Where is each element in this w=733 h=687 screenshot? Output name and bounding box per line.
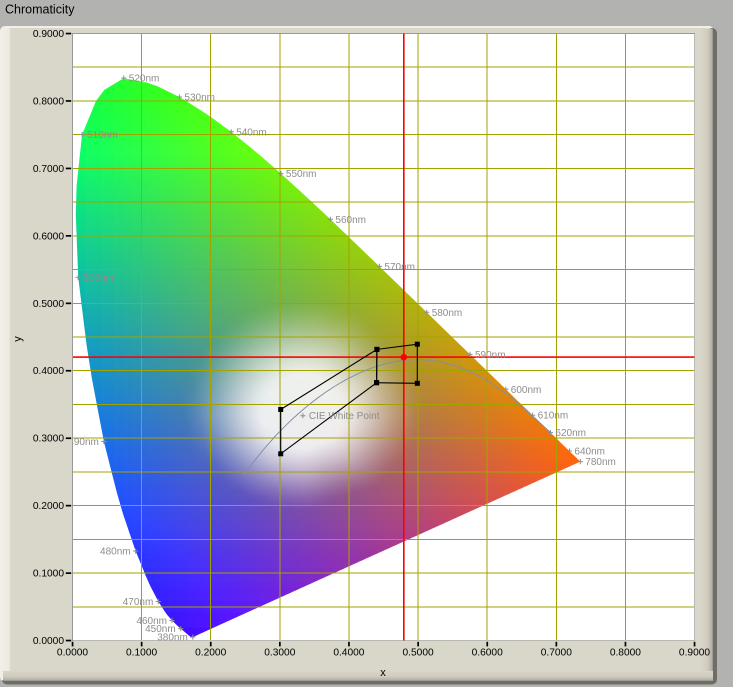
svg-text:520nm: 520nm bbox=[129, 74, 160, 85]
svg-text:500nm: 500nm bbox=[83, 273, 114, 284]
svg-text:590nm: 590nm bbox=[475, 350, 506, 361]
svg-text:Chromaticity: Chromaticity bbox=[5, 3, 75, 17]
svg-text:780nm: 780nm bbox=[585, 457, 616, 468]
svg-text:0.1000: 0.1000 bbox=[33, 569, 64, 580]
svg-text:610nm: 610nm bbox=[538, 411, 569, 422]
svg-text:540nm: 540nm bbox=[236, 127, 267, 138]
svg-text:0.0000: 0.0000 bbox=[33, 636, 64, 647]
svg-text:620nm: 620nm bbox=[555, 428, 586, 439]
svg-text:0.4000: 0.4000 bbox=[333, 648, 364, 659]
svg-text:0.6000: 0.6000 bbox=[33, 231, 64, 242]
svg-text:580nm: 580nm bbox=[432, 308, 463, 319]
svg-text:470nm: 470nm bbox=[123, 597, 154, 608]
svg-text:0.9000: 0.9000 bbox=[679, 648, 710, 659]
svg-text:560nm: 560nm bbox=[335, 215, 366, 226]
svg-text:0.4000: 0.4000 bbox=[33, 366, 64, 377]
svg-text:0.8000: 0.8000 bbox=[610, 648, 641, 659]
svg-text:0.8000: 0.8000 bbox=[33, 96, 64, 107]
svg-text:0.5000: 0.5000 bbox=[33, 299, 64, 310]
svg-text:0.0000: 0.0000 bbox=[57, 648, 88, 659]
svg-text:y: y bbox=[12, 336, 24, 342]
svg-text:0.6000: 0.6000 bbox=[472, 648, 503, 659]
svg-text:530nm: 530nm bbox=[184, 93, 215, 104]
svg-text:0.9000: 0.9000 bbox=[33, 29, 64, 40]
svg-text:640nm: 640nm bbox=[574, 447, 605, 458]
svg-text:570nm: 570nm bbox=[384, 262, 415, 273]
svg-text:x: x bbox=[380, 667, 386, 679]
svg-text:460nm: 460nm bbox=[136, 616, 167, 627]
svg-text:0.7000: 0.7000 bbox=[33, 164, 64, 175]
svg-text:0.7000: 0.7000 bbox=[541, 648, 572, 659]
svg-text:600nm: 600nm bbox=[511, 385, 542, 396]
svg-text:510nm: 510nm bbox=[87, 130, 118, 141]
svg-text:550nm: 550nm bbox=[286, 169, 317, 180]
svg-text:CIE White Point: CIE White Point bbox=[309, 411, 380, 422]
svg-text:0.3000: 0.3000 bbox=[33, 434, 64, 445]
svg-text:0.3000: 0.3000 bbox=[264, 648, 295, 659]
svg-text:0.2000: 0.2000 bbox=[195, 648, 226, 659]
svg-text:0.2000: 0.2000 bbox=[33, 501, 64, 512]
svg-text:0.5000: 0.5000 bbox=[403, 648, 434, 659]
svg-text:480nm: 480nm bbox=[100, 547, 131, 558]
svg-text:0.1000: 0.1000 bbox=[126, 648, 157, 659]
